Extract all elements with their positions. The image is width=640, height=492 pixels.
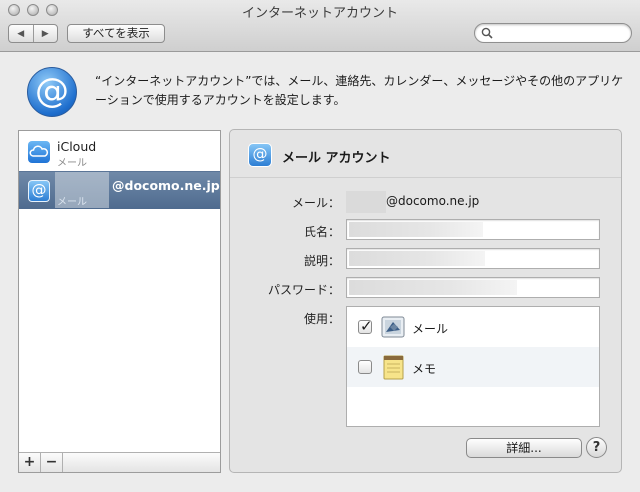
redacted-username — [346, 191, 386, 213]
list-footer: + − — [19, 452, 220, 472]
service-row-notes: メモ — [347, 347, 599, 387]
show-all-button[interactable]: すべてを表示 — [67, 24, 165, 43]
mail-label: メール： — [291, 196, 340, 210]
use-label: 使用： — [303, 312, 340, 326]
back-forward-control: ◀ ▶ — [8, 24, 58, 43]
mail-address-value: @docomo.ne.jp — [386, 194, 480, 208]
account-detail-panel: @ メール アカウント メール： @docomo.ne.jp 氏名： 説明： パ… — [229, 129, 622, 473]
panel-title: メール アカウント — [282, 151, 391, 166]
internet-accounts-icon: @ — [27, 67, 77, 117]
search-icon — [481, 27, 493, 39]
forward-button[interactable]: ▶ — [34, 25, 58, 42]
mail-app-icon — [379, 313, 407, 341]
title-bar: インターネットアカウント ◀ ▶ すべてを表示 — [0, 0, 640, 52]
help-button[interactable]: ? — [586, 437, 607, 458]
add-account-button[interactable]: + — [19, 453, 41, 472]
mail-service-checkbox[interactable]: ✓ — [358, 317, 373, 335]
search-input[interactable] — [474, 23, 632, 43]
notes-app-icon — [379, 353, 407, 381]
account-services: メール — [57, 158, 87, 169]
description-field[interactable] — [346, 248, 600, 269]
account-name: @docomo.ne.jp — [112, 178, 220, 193]
notes-service-checkbox[interactable] — [358, 360, 372, 374]
account-name: iCloud — [57, 139, 97, 154]
redacted-value — [349, 222, 483, 237]
mail-account-icon: @ — [28, 180, 50, 202]
redacted-value — [349, 251, 485, 266]
checkmark-icon: ✓ — [360, 317, 373, 335]
account-list: iCloud メール @ @docomo.ne.jp メール + − — [18, 130, 221, 473]
icloud-icon — [28, 141, 50, 163]
mail-account-icon: @ — [248, 143, 272, 167]
account-item-icloud[interactable]: iCloud メール — [19, 133, 220, 171]
password-label: パスワード： — [267, 283, 340, 297]
window-title: インターネットアカウント — [241, 6, 398, 21]
description-label: 説明： — [303, 254, 340, 268]
details-button[interactable]: 詳細... — [466, 438, 582, 458]
services-list: ✓ メール メモ — [346, 306, 600, 427]
service-label: メール — [412, 322, 449, 336]
service-label: メモ — [412, 362, 437, 376]
name-field[interactable] — [346, 219, 600, 240]
back-button[interactable]: ◀ — [9, 25, 34, 42]
pane-description: “インターネットアカウント”では、メール、連絡先、カレンダー、メッセージやその他… — [95, 74, 624, 107]
account-item-docomo[interactable]: @ @docomo.ne.jp メール — [19, 171, 220, 209]
password-field[interactable] — [346, 277, 600, 298]
remove-account-button[interactable]: − — [41, 453, 63, 472]
name-label: 氏名： — [303, 225, 340, 239]
redacted-value — [349, 280, 517, 295]
panel-header: @ メール アカウント — [230, 130, 621, 178]
service-row-mail: ✓ メール — [347, 307, 599, 347]
account-services: メール — [57, 197, 87, 208]
preferences-window: インターネットアカウント ◀ ▶ すべてを表示 @ “インターネットアカウント”… — [0, 0, 640, 492]
